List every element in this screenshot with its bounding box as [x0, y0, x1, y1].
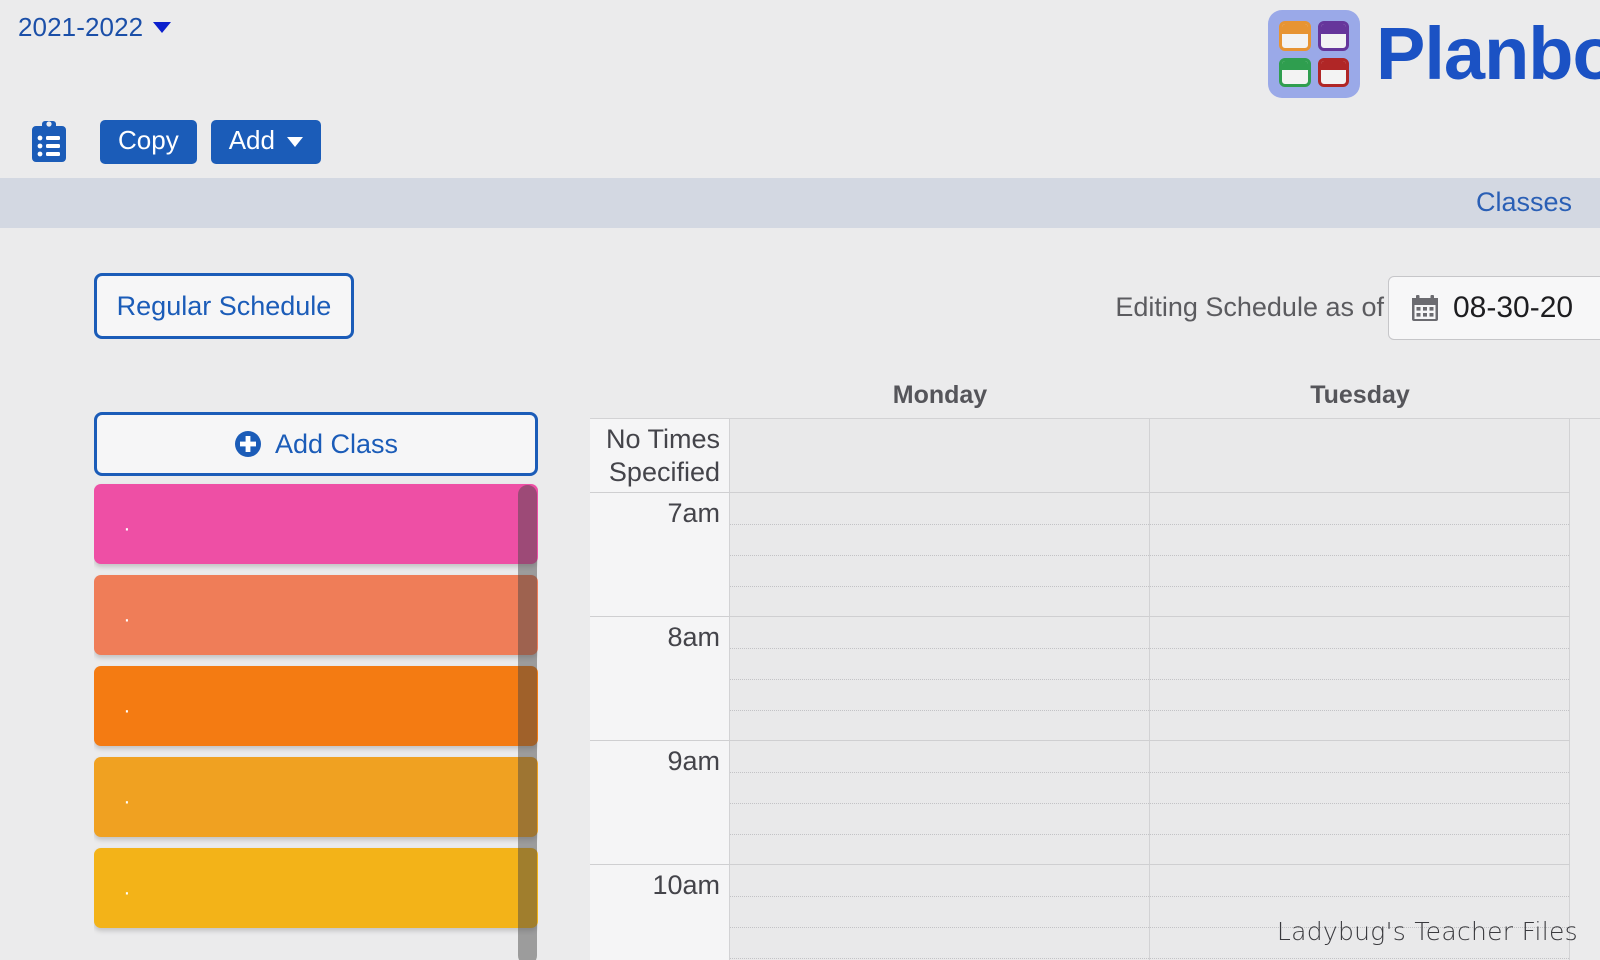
day-header-monday: Monday — [892, 381, 988, 409]
add-class-label: Add Class — [274, 428, 399, 459]
quarter-hour-lines — [1150, 493, 1569, 616]
calendar-cell-tuesday-no-times[interactable] — [1150, 419, 1570, 493]
no-times-line-1: No Times — [605, 424, 720, 454]
calendar-icon — [1412, 295, 1438, 321]
add-class-button[interactable]: Add Class — [94, 412, 538, 476]
hour-label-7am: 7am — [590, 493, 730, 617]
top-bar: 2021-2022 Copy Add Planbo — [0, 0, 1600, 178]
planbook-brand: Planbo — [1268, 10, 1600, 98]
schedule-date-field[interactable]: 08-30-20 — [1388, 276, 1600, 340]
logo-tile-orange — [1279, 21, 1311, 51]
planbook-logo-icon — [1268, 10, 1360, 98]
nav-link-classes[interactable]: Classes — [1476, 187, 1572, 218]
quarter-hour-lines — [730, 493, 1149, 616]
calendar-cell-monday-8am[interactable] — [730, 617, 1150, 741]
clipboard-list-icon[interactable] — [30, 120, 68, 164]
toolbar: Copy Add — [30, 120, 321, 164]
calendar-row-8am: 8am — [590, 617, 1600, 741]
caret-down-icon — [153, 22, 172, 33]
calendar-cell-tuesday-8am[interactable] — [1150, 617, 1570, 741]
add-button[interactable]: Add — [210, 120, 321, 164]
logo-tile-green — [1279, 57, 1311, 87]
calendar-row-7am: 7am — [590, 493, 1600, 617]
quarter-hour-lines — [730, 865, 1149, 960]
copy-button[interactable]: Copy — [100, 120, 197, 164]
brand-wordmark: Planbo — [1376, 12, 1600, 95]
calendar-cell-tuesday-7am[interactable] — [1150, 493, 1570, 617]
calendar-body: No Times Specified 7am 8am 9am 10am — [590, 418, 1600, 960]
caret-down-icon — [286, 137, 303, 148]
watermark-text: Ladybug's Teacher Files — [1276, 917, 1578, 946]
calendar-cell-tuesday-9am[interactable] — [1150, 741, 1570, 865]
class-bar-label: . — [124, 785, 130, 809]
calendar-cell-monday-9am[interactable] — [730, 741, 1150, 865]
schedule-calendar: Monday Tuesday No Times Specified 7am 8am 9am… — [590, 378, 1600, 960]
calendar-cell-monday-7am[interactable] — [730, 493, 1150, 617]
quarter-hour-lines — [730, 617, 1149, 740]
no-times-specified-label: No Times Specified — [590, 419, 730, 493]
editing-schedule-label: Editing Schedule as of — [1115, 292, 1384, 322]
school-year-selector[interactable]: 2021-2022 — [18, 12, 172, 43]
circle-plus-icon — [234, 431, 261, 457]
quarter-hour-lines — [1150, 741, 1569, 864]
regular-schedule-button[interactable]: Regular Schedule — [94, 273, 354, 339]
calendar-row-no-times: No Times Specified — [590, 419, 1600, 493]
class-bar-label: . — [124, 512, 130, 536]
nav-strip: Classes — [0, 178, 1600, 228]
calendar-cell-monday-10am[interactable] — [730, 865, 1150, 960]
class-bar-label: . — [124, 876, 130, 900]
class-bar[interactable]: . — [94, 848, 538, 928]
hour-label-8am: 8am — [590, 617, 730, 741]
schedule-date-value: 08-30-20 — [1453, 291, 1574, 324]
calendar-cell-monday-no-times[interactable] — [730, 419, 1150, 493]
calendar-row-9am: 9am — [590, 741, 1600, 865]
class-bar[interactable]: . — [94, 666, 538, 746]
class-bar[interactable]: . — [94, 575, 538, 655]
class-bar[interactable]: . — [94, 757, 538, 837]
logo-tile-purple — [1317, 21, 1349, 51]
add-button-label: Add — [228, 125, 275, 156]
class-bar-label: . — [124, 603, 130, 627]
class-list-panel: Add Class ..... — [94, 412, 538, 960]
time-gutter-header — [590, 378, 730, 418]
copy-button-label: Copy — [118, 125, 179, 156]
class-list-scrollbar[interactable] — [518, 485, 537, 960]
hour-label-10am: 10am — [590, 865, 730, 960]
planbook-schedule-page: 2021-2022 Copy Add Planbo Classes Regula… — [0, 0, 1600, 960]
class-bar-label: . — [124, 694, 130, 718]
hour-label-9am: 9am — [590, 741, 730, 865]
logo-tile-red — [1317, 57, 1349, 87]
quarter-hour-lines — [1150, 617, 1569, 740]
class-bar[interactable]: . — [94, 484, 538, 564]
no-times-line-2: Specified — [608, 457, 720, 487]
day-header-tuesday: Tuesday — [1310, 381, 1410, 409]
calendar-day-headers: Monday Tuesday — [590, 378, 1600, 418]
school-year-label: 2021-2022 — [18, 12, 144, 42]
quarter-hour-lines — [730, 741, 1149, 864]
class-list: ..... — [94, 484, 538, 928]
